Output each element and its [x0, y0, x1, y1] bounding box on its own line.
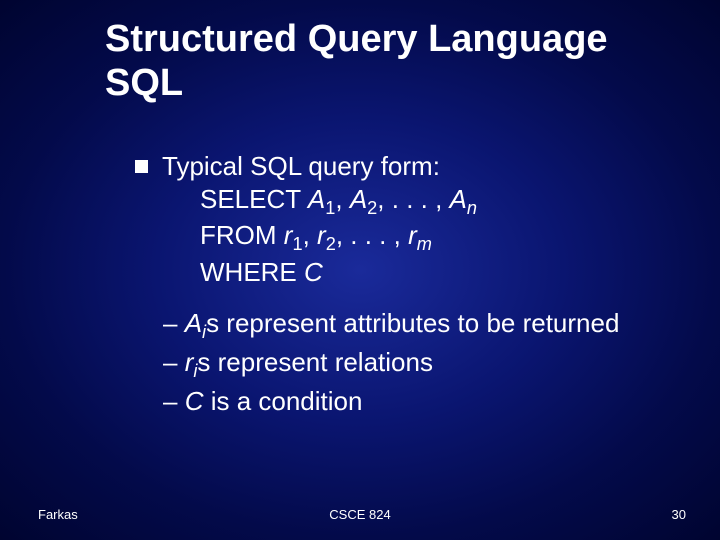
dash-list: – Ais represent attributes to be returne…: [135, 307, 680, 417]
select-sep2: ,: [377, 184, 391, 214]
where-keyword: WHERE: [200, 257, 304, 287]
select-sub2: 2: [367, 198, 377, 218]
from-subm: m: [417, 235, 432, 255]
dash1-pre: –: [163, 308, 185, 338]
bullet-text: Typical SQL query form: SELECT A1, A2, .…: [162, 150, 680, 289]
from-sep2: ,: [336, 220, 350, 250]
dash3-post: is a condition: [203, 386, 362, 416]
from-sub2: 2: [326, 235, 336, 255]
where-clause: WHERE C: [162, 256, 680, 289]
slide-body: Typical SQL query form: SELECT A1, A2, .…: [135, 150, 680, 419]
from-sub1: 1: [292, 235, 302, 255]
from-keyword: FROM: [200, 220, 284, 250]
select-sep1: ,: [335, 184, 349, 214]
title-line-1: Structured Query Language: [105, 18, 608, 60]
select-sub1: 1: [325, 198, 335, 218]
from-dots: . . . ,: [350, 220, 408, 250]
select-an: A: [450, 184, 467, 214]
dash2-pre: –: [163, 347, 185, 377]
select-dots: . . . ,: [392, 184, 450, 214]
bullet-item: Typical SQL query form: SELECT A1, A2, .…: [135, 150, 680, 289]
select-a2: A: [350, 184, 367, 214]
from-clause: FROM r1, r2, . . . , rm: [162, 219, 680, 256]
dash3-var: C: [185, 386, 204, 416]
dash3-pre: –: [163, 386, 185, 416]
bullet-icon: [135, 160, 148, 173]
select-clause: SELECT A1, A2, . . . , An: [162, 183, 680, 220]
from-r2: r: [317, 220, 326, 250]
from-rm: r: [408, 220, 417, 250]
bullet-lead: Typical SQL query form:: [162, 151, 440, 181]
dash-item-2: – ris represent relations: [163, 346, 680, 383]
title-line-2: SQL: [105, 62, 183, 104]
select-keyword: SELECT: [200, 184, 308, 214]
from-sep1: ,: [303, 220, 317, 250]
slide: Structured Query Language SQL Typical SQ…: [0, 0, 720, 540]
where-c: C: [304, 257, 323, 287]
footer-course: CSCE 824: [0, 507, 720, 522]
footer-page-number: 30: [672, 507, 686, 522]
dash1-var: A: [185, 308, 202, 338]
select-a1: A: [308, 184, 325, 214]
dash2-post: s represent relations: [197, 347, 433, 377]
dash1-post: s represent attributes to be returned: [206, 308, 619, 338]
dash-item-1: – Ais represent attributes to be returne…: [163, 307, 680, 344]
select-subn: n: [467, 198, 477, 218]
dash-item-3: – C is a condition: [163, 385, 680, 418]
slide-title: Structured Query Language SQL: [105, 18, 608, 105]
